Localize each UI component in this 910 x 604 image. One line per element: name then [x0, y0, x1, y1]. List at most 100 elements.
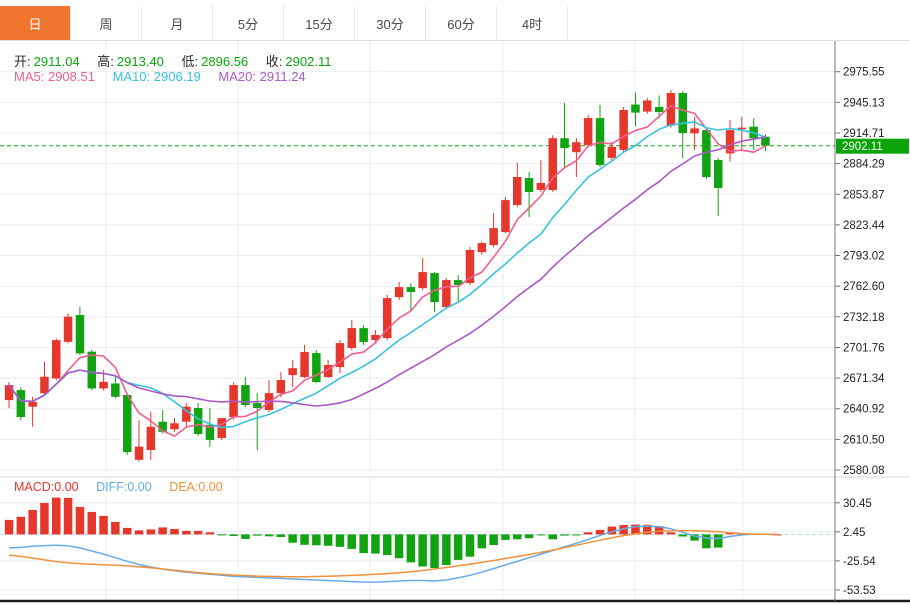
svg-text:2945.13: 2945.13 — [843, 97, 885, 109]
candle — [40, 377, 49, 394]
open-value: 2911.04 — [34, 54, 80, 69]
candle — [584, 118, 593, 145]
candle — [643, 101, 652, 112]
candle — [123, 395, 132, 452]
diff-label: DIFF: — [96, 480, 127, 494]
tab-30分[interactable]: 30分 — [355, 6, 426, 40]
svg-text:2823.44: 2823.44 — [843, 220, 885, 232]
svg-text:2762.60: 2762.60 — [843, 281, 885, 293]
ma20-line — [9, 137, 766, 406]
open-label: 开: — [14, 51, 31, 70]
candle — [64, 317, 73, 342]
ma5-line — [9, 106, 766, 437]
svg-text:2671.34: 2671.34 — [843, 373, 885, 385]
kline-app: 2975.55 2945.13 2914.71 2884.29 2853.87 2823.… — [0, 0, 910, 604]
candle — [655, 107, 664, 112]
candle — [690, 128, 699, 133]
tab-5分[interactable]: 5分 — [213, 6, 284, 40]
candle — [442, 280, 451, 307]
tab-周[interactable]: 周 — [71, 6, 142, 40]
ma5-value: 2908.51 — [48, 69, 95, 84]
macd-histogram — [5, 498, 782, 568]
tab-15分[interactable]: 15分 — [284, 6, 355, 40]
diff-value: 0.00 — [127, 480, 151, 494]
svg-text:2884.29: 2884.29 — [843, 159, 885, 171]
svg-text:2902.11: 2902.11 — [842, 141, 883, 153]
candle — [537, 183, 546, 190]
candle — [17, 390, 26, 417]
svg-text:2610.50: 2610.50 — [843, 434, 885, 446]
candle — [135, 447, 144, 460]
candle — [608, 147, 617, 158]
tab-60分[interactable]: 60分 — [426, 6, 497, 40]
macd-legend: MACD:0.00 DIFF:0.00 DEA:0.00 — [14, 480, 223, 494]
interval-tabbar: 日周月5分15分30分60分4时 — [0, 0, 910, 41]
ma5-label: MA5: — [14, 69, 44, 84]
candle — [359, 328, 368, 342]
candle — [348, 328, 357, 348]
candle — [147, 427, 156, 450]
candle — [619, 110, 628, 150]
candle — [489, 228, 498, 245]
ma10-label: MA10: — [113, 69, 151, 84]
ma-legend: MA5: 2908.51 MA10: 2906.19 MA20: 2911.24 — [14, 69, 306, 84]
candle — [88, 352, 97, 389]
kline-chart-svg[interactable]: 2975.55 2945.13 2914.71 2884.29 2853.87 2823.… — [0, 0, 910, 604]
tab-4时[interactable]: 4时 — [497, 6, 568, 40]
candle — [395, 287, 404, 297]
svg-text:2975.55: 2975.55 — [843, 67, 885, 79]
ma10-value: 2906.19 — [154, 69, 201, 84]
dea-value: 0.00 — [198, 480, 222, 494]
dea-line — [9, 531, 777, 577]
svg-text:2701.76: 2701.76 — [843, 343, 885, 355]
ma20-value: 2911.24 — [260, 69, 306, 84]
candle — [407, 287, 416, 292]
candle — [288, 368, 297, 375]
candle — [525, 178, 534, 192]
candle — [478, 243, 487, 252]
high-value: 2913.40 — [117, 54, 164, 69]
candle — [312, 353, 321, 382]
candle — [253, 403, 262, 408]
low-label: 低: — [182, 51, 199, 70]
candle — [99, 382, 108, 389]
svg-text:-25.54: -25.54 — [843, 556, 876, 568]
candle — [418, 272, 427, 288]
current-price-badge: 2902.11 — [836, 139, 909, 154]
close-value: 2902.11 — [285, 54, 331, 69]
macd-value: 0.00 — [54, 480, 78, 494]
candle — [513, 177, 522, 205]
candle — [76, 315, 85, 353]
tab-月[interactable]: 月 — [142, 6, 213, 40]
svg-text:2580.08: 2580.08 — [843, 465, 885, 477]
candle — [430, 273, 439, 302]
candle — [170, 423, 179, 429]
low-value: 2896.56 — [201, 54, 248, 69]
candle — [679, 93, 688, 133]
candle — [560, 138, 569, 148]
gridlines — [0, 40, 835, 600]
candle — [52, 340, 61, 378]
svg-text:2914.71: 2914.71 — [843, 128, 885, 140]
svg-text:2640.92: 2640.92 — [843, 404, 885, 416]
svg-text:30.45: 30.45 — [843, 498, 872, 510]
candle — [572, 142, 581, 152]
svg-text:-53.53: -53.53 — [843, 585, 876, 597]
dea-label: DEA: — [169, 480, 198, 494]
candle — [300, 352, 309, 377]
close-label: 收: — [266, 51, 283, 70]
svg-text:2732.18: 2732.18 — [843, 312, 885, 324]
candle — [111, 384, 120, 397]
candle — [28, 402, 37, 407]
tab-日[interactable]: 日 — [0, 6, 71, 40]
svg-text:2793.02: 2793.02 — [843, 251, 885, 263]
candle — [714, 160, 723, 188]
svg-text:2853.87: 2853.87 — [843, 189, 885, 201]
candle — [277, 380, 286, 393]
candle — [631, 105, 640, 113]
candle — [501, 200, 510, 232]
candle — [5, 385, 14, 400]
ma20-label: MA20: — [218, 69, 256, 84]
svg-text:2.45: 2.45 — [843, 527, 865, 539]
high-label: 高: — [97, 51, 114, 70]
